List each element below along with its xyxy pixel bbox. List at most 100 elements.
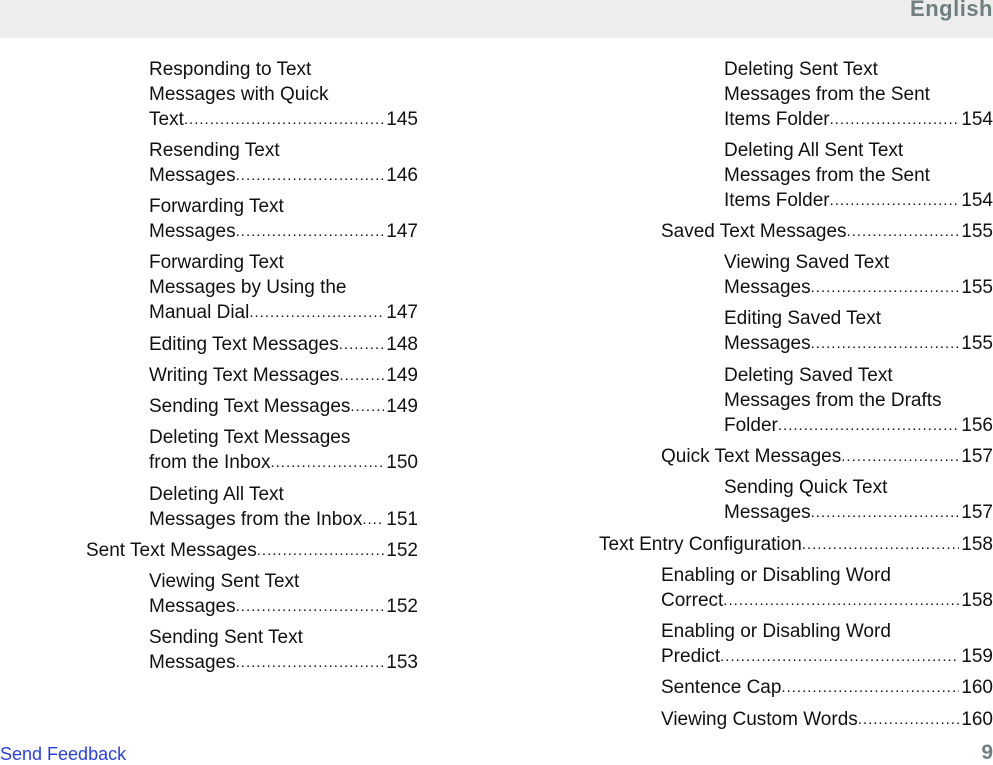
toc-entry-title-line: Deleting Text Messages (149, 427, 351, 448)
toc-entry-title-line: Messages by Using the (149, 277, 347, 298)
toc-entry-title-line: Correct (661, 590, 724, 611)
toc-entry[interactable]: Sent Text Messages......................… (86, 538, 418, 563)
toc-page-number: 155 (961, 277, 993, 298)
toc-entry[interactable]: Deleting All Sent Text Messages from the … (724, 138, 993, 213)
toc-entry[interactable]: Responding to Text Messages with Quick Tex… (149, 57, 418, 132)
toc-entry-title-line: Responding to Text (149, 59, 312, 80)
language-label: English (910, 0, 993, 21)
toc-entry-title-line: from the Inbox (149, 452, 271, 473)
toc-entry[interactable]: Saved Text Messages.....................… (661, 219, 993, 244)
toc-entry-title-line: Messages (724, 502, 811, 523)
toc-entry[interactable]: Quick Text Messages ....................… (661, 444, 993, 469)
toc-entry-title-line: Sending Sent Text (149, 627, 303, 648)
toc-entry-last-line: Messages ...............................… (724, 500, 993, 525)
toc-entry-last-line: Items Folder ...........................… (724, 188, 993, 213)
dot-leader: ........................................… (338, 336, 385, 353)
toc-page-number: 153 (386, 652, 418, 673)
toc-entry-title-line: Enabling or Disabling Word (661, 621, 891, 642)
toc-entry[interactable]: Viewing Custom Words....................… (661, 707, 993, 732)
toc-entry-title-line: Messages (149, 652, 236, 673)
toc-entry-title-line: Manual Dial (149, 302, 250, 323)
dot-leader: ........................................… (810, 335, 960, 352)
toc-page-number: 160 (961, 677, 993, 698)
toc-entry-title-line: Viewing Saved Text (724, 252, 890, 273)
dot-leader: ........................................… (781, 679, 959, 696)
toc-page-number: 147 (386, 302, 418, 323)
toc-entry[interactable]: Resending Text Messages .................… (149, 138, 418, 188)
toc-entry[interactable]: Viewing Sent Text Messages...............… (149, 569, 418, 619)
toc-entry[interactable]: Editing Saved Text Messages..............… (724, 306, 993, 356)
toc-entry-title-line: Text Entry Configuration (599, 534, 802, 555)
toc-entry-last-line: Writing Text Messages...................… (149, 363, 418, 388)
toc-entry-last-line: Viewing Custom Words....................… (661, 707, 993, 732)
toc-entry[interactable]: Sentence Cap............................… (661, 675, 993, 700)
toc-page-number: 149 (386, 396, 418, 417)
dot-leader: ........................................… (350, 398, 384, 415)
toc-entry[interactable]: Text Entry Configuration................… (599, 532, 993, 557)
toc-entry-last-line: Predict.................................… (661, 644, 993, 669)
toc-page-number: 159 (961, 646, 993, 667)
toc-entry-title-line: Sent Text Messages (86, 540, 257, 561)
toc-entry-last-line: from the Inbox..........................… (149, 450, 418, 475)
toc-page-number: 152 (386, 596, 418, 617)
toc-entry-title-line: Messages (149, 221, 236, 242)
toc-entry-title-line: Messages (724, 277, 811, 298)
toc-page-number: 151 (386, 509, 418, 530)
toc-entry[interactable]: Deleting Sent Text Messages from the Sent… (724, 57, 993, 132)
toc-entry-title-line: Editing Text Messages (149, 334, 339, 355)
toc-entry-title-line: Writing Text Messages (149, 365, 340, 386)
toc-entry-last-line: Manual Dial.............................… (149, 300, 418, 325)
toc-page-number: 145 (386, 109, 418, 130)
toc-entry-last-line: Text Entry Configuration................… (599, 532, 993, 557)
toc-entry[interactable]: Viewing Saved Text Messages..............… (724, 250, 993, 300)
dot-leader: ........................................… (841, 448, 959, 465)
toc-page-number: 157 (961, 446, 993, 467)
toc-entry-last-line: Messages ...............................… (149, 163, 418, 188)
toc-page-number: 148 (386, 334, 418, 355)
dot-leader: ........................................… (235, 167, 385, 184)
dot-leader: ........................................… (720, 648, 959, 665)
dot-leader: ........................................… (183, 111, 385, 128)
dot-leader: ........................................… (362, 511, 384, 528)
toc-entry-title-line: Messages (724, 333, 811, 354)
toc-entry[interactable]: Sending Quick Text Messages .............… (724, 475, 993, 525)
dot-leader: ........................................… (846, 223, 960, 240)
toc-entry[interactable]: Writing Text Messages...................… (149, 363, 418, 388)
toc-entry[interactable]: Sending Text Messages...................… (149, 394, 418, 419)
toc-page-number: 155 (961, 333, 993, 354)
toc-entry-title-line: Predict (661, 646, 721, 667)
toc-entry-last-line: Messages................................… (724, 331, 993, 356)
toc-entry[interactable]: Enabling or Disabling Word Correct.......… (661, 563, 993, 613)
toc-entry-last-line: Editing Text Messages...................… (149, 332, 418, 357)
toc-entry[interactable]: Forwarding Text Messages by Using the Manu… (149, 250, 418, 325)
toc-entry[interactable]: Editing Text Messages...................… (149, 332, 418, 357)
dot-leader: ........................................… (829, 192, 960, 209)
toc-entry-last-line: Quick Text Messages ....................… (661, 444, 993, 469)
toc-page-number: 157 (961, 502, 993, 523)
dot-leader: ........................................… (235, 223, 385, 240)
toc-entry-title-line: Saved Text Messages (661, 221, 847, 242)
toc-entry-title-line: Text (149, 109, 184, 130)
toc-entry[interactable]: Enabling or Disabling Word Predict.......… (661, 619, 993, 669)
toc-entry[interactable]: Deleting Text Messages from the Inbox....… (149, 425, 418, 475)
page-number: 9 (981, 741, 993, 764)
toc-entry[interactable]: Deleting Saved Text Messages from the Dra… (724, 363, 993, 438)
dot-leader: ........................................… (235, 654, 385, 671)
toc-entry[interactable]: Forwarding Text Messages.................… (149, 194, 418, 244)
toc-entry-title-line: Viewing Sent Text (149, 571, 300, 592)
page-header: English (0, 0, 993, 38)
toc-page-number: 150 (386, 452, 418, 473)
toc-page-number: 154 (961, 109, 993, 130)
dot-leader: ........................................… (857, 711, 960, 728)
dot-leader: ........................................… (829, 111, 960, 128)
toc-entry-title-line: Sentence Cap (661, 677, 782, 698)
toc-page-number: 149 (386, 365, 418, 386)
toc-entry-title-line: Forwarding Text (149, 252, 284, 273)
toc-entry-last-line: Sentence Cap............................… (661, 675, 993, 700)
toc-entry-title-line: Items Folder (724, 190, 830, 211)
toc-entry-title-line: Messages (149, 596, 236, 617)
toc-entry[interactable]: Sending Sent Text Messages...............… (149, 625, 418, 675)
toc-entry-title-line: Messages with Quick (149, 84, 329, 105)
toc-entry[interactable]: Deleting All Text Messages from the Inbox… (149, 482, 418, 532)
toc-entry-last-line: Items Folder............................… (724, 107, 993, 132)
